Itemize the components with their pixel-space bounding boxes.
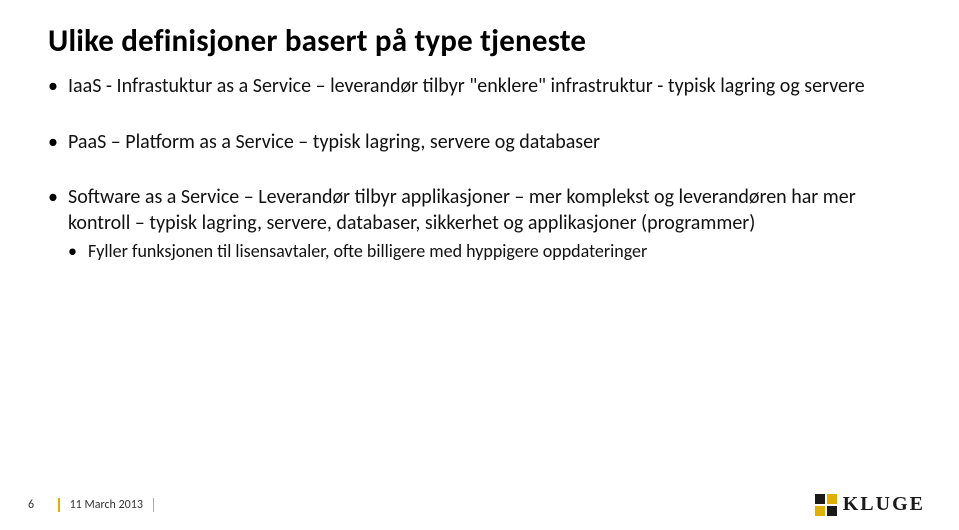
bullet-item: IaaS - Infrastuktur as a Service – lever…	[48, 74, 919, 100]
separator	[58, 498, 60, 512]
sub-bullet-text: Fyller funksjonen til lisensavtaler, oft…	[88, 240, 647, 262]
page-number: 6	[28, 498, 34, 512]
brand-logo: KLUGE	[815, 493, 925, 516]
bullet-text: PaaS – Platform as a Service – typisk la…	[68, 130, 600, 154]
sub-bullet-list: Fyller funksjonen til lisensavtaler, oft…	[68, 240, 919, 263]
bullet-item: Software as a Service – Leverandør tilby…	[48, 185, 919, 263]
logo-mark-icon	[815, 494, 837, 516]
logo-text: KLUGE	[843, 493, 925, 516]
separator	[153, 498, 155, 512]
sub-bullet-item: Fyller funksjonen til lisensavtaler, oft…	[68, 240, 919, 263]
footer-date: 11 March 2013	[70, 498, 143, 512]
bullet-list: IaaS - Infrastuktur as a Service – lever…	[48, 74, 919, 263]
slide-title: Ulike definisjoner basert på type tjenes…	[48, 22, 919, 60]
bullet-text: IaaS - Infrastuktur as a Service – lever…	[68, 74, 865, 98]
slide: Ulike definisjoner basert på type tjenes…	[0, 0, 959, 530]
bullet-item: PaaS – Platform as a Service – typisk la…	[48, 130, 919, 156]
bullet-text: Software as a Service – Leverandør tilby…	[68, 185, 856, 235]
